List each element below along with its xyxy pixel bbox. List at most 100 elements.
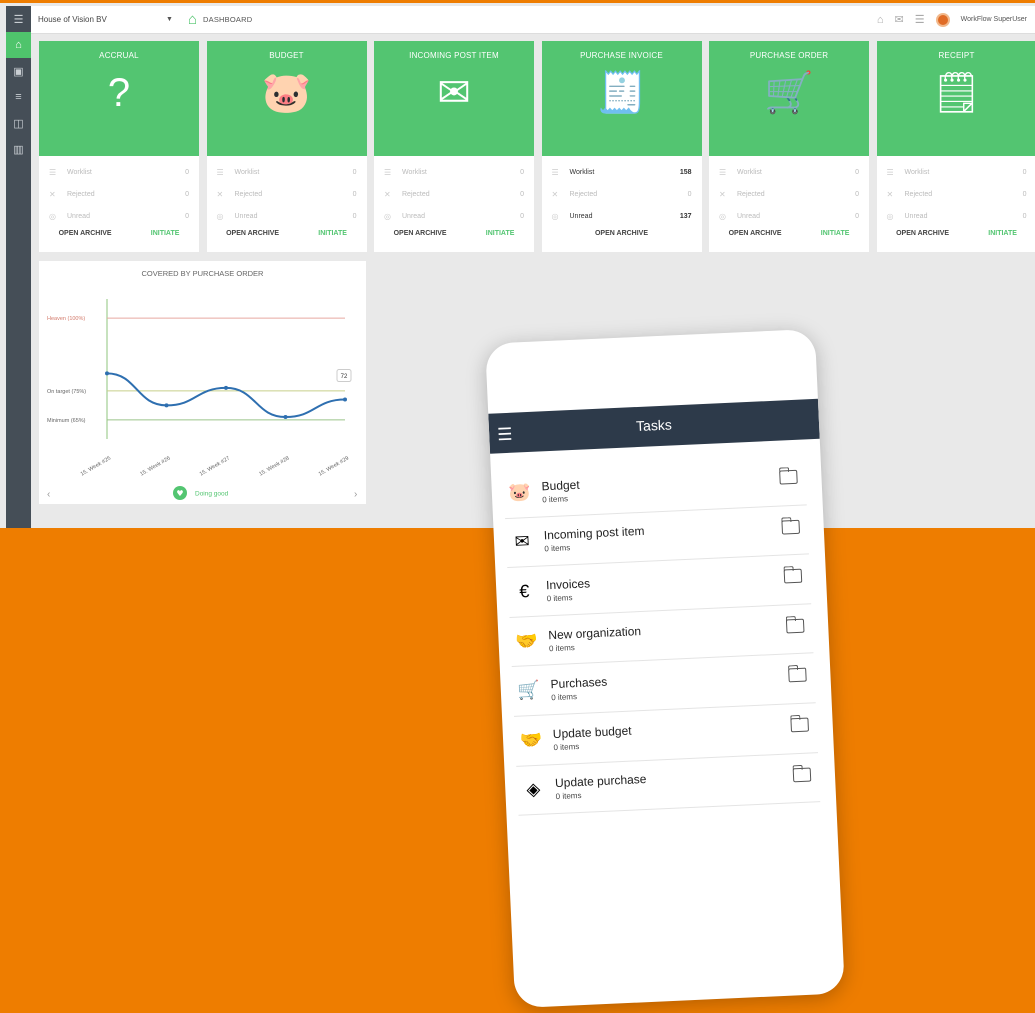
series-line bbox=[106, 372, 346, 419]
card-actions: OPEN ARCHIVE bbox=[542, 227, 702, 237]
card-row[interactable]: ◎ Unread 0 bbox=[374, 205, 534, 227]
folder-icon[interactable] bbox=[790, 717, 810, 733]
card-header[interactable]: RECEIPT 🗒 bbox=[876, 41, 1035, 156]
card-row[interactable]: ☰ Worklist 158 bbox=[542, 161, 702, 183]
card-row[interactable]: ✕ Rejected 0 bbox=[877, 183, 1035, 205]
card-row[interactable]: ✕ Rejected 0 bbox=[374, 183, 534, 205]
x-tick-label: 15. Week #28 bbox=[258, 456, 290, 478]
company-selector[interactable]: House of Vision BV bbox=[38, 15, 158, 24]
card-row[interactable]: ◎ Unread 0 bbox=[207, 205, 367, 227]
open-archive-button[interactable]: OPEN ARCHIVE bbox=[896, 230, 949, 237]
cart-document-icon: 🛒 bbox=[517, 679, 541, 701]
chart-prev-button[interactable]: ‹ bbox=[47, 489, 50, 500]
card-row[interactable]: ◎ Unread 0 bbox=[877, 205, 1035, 227]
initiate-button[interactable]: INITIATE bbox=[318, 230, 347, 237]
open-archive-button[interactable]: OPEN ARCHIVE bbox=[59, 230, 112, 237]
handshake-icon: 🤝 bbox=[519, 729, 543, 751]
envelope-icon: ✉ bbox=[514, 531, 531, 553]
unread-icon: ◎ bbox=[384, 211, 391, 221]
home-icon[interactable]: ⌂ bbox=[6, 32, 31, 58]
card-header[interactable]: PURCHASE ORDER 🛒 bbox=[709, 41, 869, 156]
data-point bbox=[105, 371, 109, 376]
card-row[interactable]: ✕ Rejected 0 bbox=[709, 183, 869, 205]
top-bar: House of Vision BV ▼ ⌂ DASHBOARD ⌂ ✉ ☰ W… bbox=[31, 6, 1035, 34]
row-count: 0 bbox=[855, 168, 859, 176]
initiate-button[interactable]: INITIATE bbox=[151, 230, 180, 237]
menu-icon[interactable]: ☰ bbox=[6, 6, 31, 32]
reference-label: Minimum (65%) bbox=[47, 418, 86, 424]
page-title: Tasks bbox=[635, 416, 673, 435]
card-actions: OPEN ARCHIVE INITIATE bbox=[709, 227, 869, 237]
breadcrumb[interactable]: DASHBOARD bbox=[203, 15, 252, 24]
initiate-button[interactable]: INITIATE bbox=[486, 230, 515, 237]
card-header[interactable]: BUDGET 🐷 bbox=[206, 41, 367, 156]
card-header[interactable]: PURCHASE INVOICE 🧾 bbox=[541, 41, 702, 156]
folder-icon[interactable] bbox=[785, 618, 805, 634]
open-archive-button[interactable]: OPEN ARCHIVE bbox=[595, 230, 648, 237]
diamond-handshake-icon: ◈ bbox=[525, 779, 541, 800]
row-label: Worklist bbox=[569, 168, 595, 176]
row-count: 137 bbox=[679, 212, 692, 220]
card-title: INCOMING POST ITEM bbox=[409, 51, 499, 60]
rejected-icon: ✕ bbox=[384, 189, 391, 199]
card-row[interactable]: ◎ Unread 0 bbox=[39, 205, 199, 227]
receipt-icon: 🗒 bbox=[931, 71, 982, 115]
card-row[interactable]: ◎ Unread 0 bbox=[709, 205, 869, 227]
card-title: PURCHASE INVOICE bbox=[580, 51, 663, 60]
euro-invoice-icon: € bbox=[518, 581, 530, 602]
card-row[interactable]: ☰ Worklist 0 bbox=[709, 161, 869, 183]
sidebar: ☰ ⌂ ▣ ≡ ◫ ▥ bbox=[6, 6, 31, 528]
unread-icon: ◎ bbox=[719, 211, 726, 221]
card-header[interactable]: INCOMING POST ITEM ✉ bbox=[374, 41, 534, 156]
open-archive-button[interactable]: OPEN ARCHIVE bbox=[226, 230, 279, 237]
row-label: Worklist bbox=[737, 168, 762, 176]
home-icon[interactable]: ⌂ bbox=[188, 12, 197, 27]
card-title: ACCRUAL bbox=[99, 51, 139, 60]
card-title: PURCHASE ORDER bbox=[749, 51, 829, 60]
card-title: RECEIPT bbox=[938, 51, 975, 60]
card-row[interactable]: ✕ Rejected 0 bbox=[207, 183, 367, 205]
folder-icon[interactable] bbox=[788, 667, 807, 683]
card-row[interactable]: ☰ Worklist 0 bbox=[374, 161, 534, 183]
card-row[interactable]: ✕ Rejected 0 bbox=[39, 183, 199, 205]
reports-icon[interactable]: ▥ bbox=[6, 136, 31, 162]
card-actions: OPEN ARCHIVE INITIATE bbox=[877, 227, 1035, 237]
row-count: 0 bbox=[1022, 168, 1027, 176]
open-archive-button[interactable]: OPEN ARCHIVE bbox=[729, 230, 782, 237]
row-count: 0 bbox=[520, 212, 524, 220]
x-tick-label: 15. Week #25 bbox=[80, 456, 112, 478]
card-row[interactable]: ◎ Unread 137 bbox=[542, 205, 702, 227]
list-icon[interactable]: ≡ bbox=[6, 84, 31, 110]
card-row[interactable]: ✕ Rejected 0 bbox=[542, 183, 702, 205]
line-chart: Heaven (100%) On target (75%) Minimum (65%… bbox=[47, 299, 357, 500]
card-row[interactable]: ☰ Worklist 0 bbox=[39, 161, 199, 183]
home-icon[interactable]: ⌂ bbox=[877, 14, 884, 26]
card-row[interactable]: ☰ Worklist 0 bbox=[877, 161, 1035, 183]
folder-icon[interactable] bbox=[792, 767, 812, 782]
worklist-icon: ☰ bbox=[216, 167, 224, 177]
initiate-button[interactable]: INITIATE bbox=[988, 230, 1017, 237]
card-row[interactable]: ☰ Worklist 0 bbox=[207, 161, 367, 183]
envelope-icon: ✉ bbox=[437, 71, 471, 115]
row-label: Rejected bbox=[67, 190, 95, 198]
folder-icon[interactable] bbox=[783, 568, 803, 584]
folder-icon[interactable] bbox=[781, 519, 801, 535]
initiate-button[interactable]: INITIATE bbox=[821, 230, 850, 237]
row-count: 0 bbox=[520, 190, 524, 198]
card-header[interactable]: ACCRUAL ? bbox=[39, 41, 199, 156]
handshake-icon: 🤝 bbox=[514, 630, 539, 652]
open-archive-button[interactable]: OPEN ARCHIVE bbox=[394, 230, 447, 237]
data-point bbox=[164, 403, 169, 408]
chevron-down-icon[interactable]: ▼ bbox=[166, 16, 173, 23]
row-count: 0 bbox=[855, 190, 859, 198]
documents-icon[interactable]: ▣ bbox=[6, 58, 31, 84]
inbox-icon[interactable]: ◫ bbox=[6, 110, 31, 136]
folder-icon[interactable] bbox=[779, 469, 798, 485]
chart-next-button[interactable]: › bbox=[354, 489, 357, 500]
avatar[interactable] bbox=[935, 12, 950, 27]
mail-icon[interactable]: ✉ bbox=[895, 13, 904, 26]
user-name[interactable]: WorkFlow SuperUser bbox=[961, 16, 1027, 23]
row-count: 0 bbox=[1022, 212, 1027, 220]
row-count: 0 bbox=[352, 168, 357, 176]
tasks-icon[interactable]: ☰ bbox=[915, 13, 925, 26]
